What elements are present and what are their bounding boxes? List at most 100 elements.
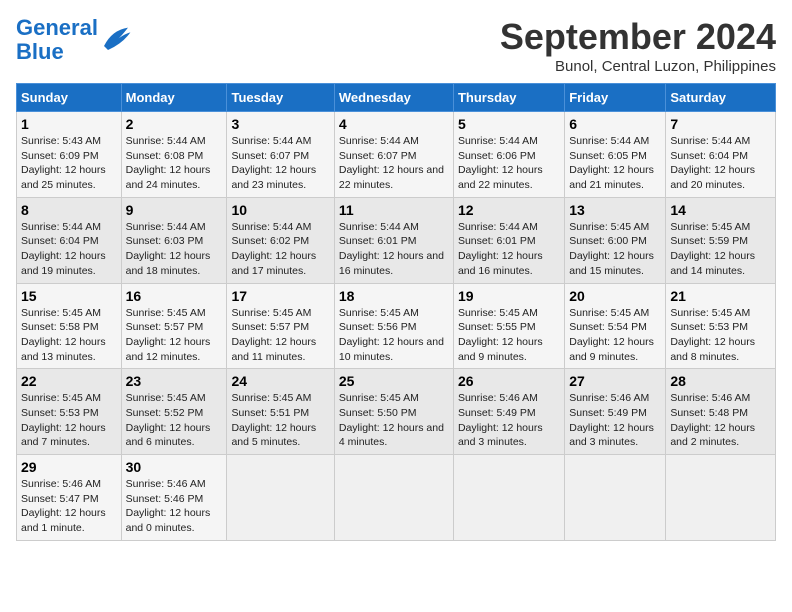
calendar-cell: 5 Sunrise: 5:44 AMSunset: 6:06 PMDayligh… (453, 112, 564, 198)
day-number: 22 (21, 373, 117, 389)
calendar-cell: 13 Sunrise: 5:45 AMSunset: 6:00 PMDaylig… (565, 197, 666, 283)
day-number: 9 (126, 202, 223, 218)
cell-info: Sunrise: 5:44 AMSunset: 6:04 PMDaylight:… (670, 135, 755, 191)
day-number: 24 (231, 373, 329, 389)
calendar-cell: 18 Sunrise: 5:45 AMSunset: 5:56 PMDaylig… (334, 283, 453, 369)
day-number: 8 (21, 202, 117, 218)
cell-info: Sunrise: 5:45 AMSunset: 5:53 PMDaylight:… (670, 307, 755, 363)
header: General Blue September 2024 Bunol, Centr… (16, 16, 776, 75)
day-number: 12 (458, 202, 560, 218)
calendar-cell: 2 Sunrise: 5:44 AMSunset: 6:08 PMDayligh… (121, 112, 227, 198)
cell-info: Sunrise: 5:44 AMSunset: 6:06 PMDaylight:… (458, 135, 543, 191)
day-number: 10 (231, 202, 329, 218)
calendar-cell (565, 455, 666, 541)
cell-info: Sunrise: 5:44 AMSunset: 6:01 PMDaylight:… (458, 221, 543, 277)
cell-info: Sunrise: 5:44 AMSunset: 6:07 PMDaylight:… (339, 135, 444, 191)
cell-info: Sunrise: 5:46 AMSunset: 5:46 PMDaylight:… (126, 478, 211, 534)
day-number: 3 (231, 116, 329, 132)
cell-info: Sunrise: 5:45 AMSunset: 5:57 PMDaylight:… (126, 307, 211, 363)
calendar-cell: 14 Sunrise: 5:45 AMSunset: 5:59 PMDaylig… (666, 197, 776, 283)
calendar-body: 1 Sunrise: 5:43 AMSunset: 6:09 PMDayligh… (17, 112, 776, 541)
day-number: 4 (339, 116, 449, 132)
cell-info: Sunrise: 5:44 AMSunset: 6:03 PMDaylight:… (126, 221, 211, 277)
calendar-week-5: 29 Sunrise: 5:46 AMSunset: 5:47 PMDaylig… (17, 455, 776, 541)
header-sunday: Sunday (17, 84, 122, 112)
day-number: 26 (458, 373, 560, 389)
cell-info: Sunrise: 5:45 AMSunset: 6:00 PMDaylight:… (569, 221, 654, 277)
logo-bird-icon (100, 26, 132, 54)
day-number: 11 (339, 202, 449, 218)
header-tuesday: Tuesday (227, 84, 334, 112)
calendar-table: Sunday Monday Tuesday Wednesday Thursday… (16, 83, 776, 541)
calendar-week-4: 22 Sunrise: 5:45 AMSunset: 5:53 PMDaylig… (17, 369, 776, 455)
calendar-header: Sunday Monday Tuesday Wednesday Thursday… (17, 84, 776, 112)
cell-info: Sunrise: 5:45 AMSunset: 5:50 PMDaylight:… (339, 392, 444, 448)
calendar-cell: 28 Sunrise: 5:46 AMSunset: 5:48 PMDaylig… (666, 369, 776, 455)
calendar-cell: 15 Sunrise: 5:45 AMSunset: 5:58 PMDaylig… (17, 283, 122, 369)
calendar-cell: 26 Sunrise: 5:46 AMSunset: 5:49 PMDaylig… (453, 369, 564, 455)
day-number: 20 (569, 288, 661, 304)
header-thursday: Thursday (453, 84, 564, 112)
header-wednesday: Wednesday (334, 84, 453, 112)
day-number: 18 (339, 288, 449, 304)
calendar-cell (666, 455, 776, 541)
day-number: 23 (126, 373, 223, 389)
calendar-cell: 22 Sunrise: 5:45 AMSunset: 5:53 PMDaylig… (17, 369, 122, 455)
day-number: 25 (339, 373, 449, 389)
cell-info: Sunrise: 5:45 AMSunset: 5:59 PMDaylight:… (670, 221, 755, 277)
calendar-cell: 19 Sunrise: 5:45 AMSunset: 5:55 PMDaylig… (453, 283, 564, 369)
cell-info: Sunrise: 5:45 AMSunset: 5:53 PMDaylight:… (21, 392, 106, 448)
cell-info: Sunrise: 5:44 AMSunset: 6:08 PMDaylight:… (126, 135, 211, 191)
cell-info: Sunrise: 5:43 AMSunset: 6:09 PMDaylight:… (21, 135, 106, 191)
cell-info: Sunrise: 5:46 AMSunset: 5:47 PMDaylight:… (21, 478, 106, 534)
cell-info: Sunrise: 5:45 AMSunset: 5:54 PMDaylight:… (569, 307, 654, 363)
calendar-cell: 7 Sunrise: 5:44 AMSunset: 6:04 PMDayligh… (666, 112, 776, 198)
day-number: 17 (231, 288, 329, 304)
calendar-cell: 23 Sunrise: 5:45 AMSunset: 5:52 PMDaylig… (121, 369, 227, 455)
calendar-cell (453, 455, 564, 541)
calendar-cell: 27 Sunrise: 5:46 AMSunset: 5:49 PMDaylig… (565, 369, 666, 455)
day-number: 19 (458, 288, 560, 304)
logo-line1: General (16, 15, 98, 40)
header-row: Sunday Monday Tuesday Wednesday Thursday… (17, 84, 776, 112)
header-monday: Monday (121, 84, 227, 112)
calendar-cell: 11 Sunrise: 5:44 AMSunset: 6:01 PMDaylig… (334, 197, 453, 283)
cell-info: Sunrise: 5:45 AMSunset: 5:55 PMDaylight:… (458, 307, 543, 363)
cell-info: Sunrise: 5:46 AMSunset: 5:48 PMDaylight:… (670, 392, 755, 448)
calendar-cell: 25 Sunrise: 5:45 AMSunset: 5:50 PMDaylig… (334, 369, 453, 455)
calendar-cell (227, 455, 334, 541)
calendar-cell: 4 Sunrise: 5:44 AMSunset: 6:07 PMDayligh… (334, 112, 453, 198)
day-number: 28 (670, 373, 771, 389)
calendar-cell: 8 Sunrise: 5:44 AMSunset: 6:04 PMDayligh… (17, 197, 122, 283)
calendar-week-2: 8 Sunrise: 5:44 AMSunset: 6:04 PMDayligh… (17, 197, 776, 283)
cell-info: Sunrise: 5:44 AMSunset: 6:02 PMDaylight:… (231, 221, 316, 277)
logo: General Blue (16, 16, 132, 64)
calendar-cell: 29 Sunrise: 5:46 AMSunset: 5:47 PMDaylig… (17, 455, 122, 541)
header-saturday: Saturday (666, 84, 776, 112)
cell-info: Sunrise: 5:44 AMSunset: 6:04 PMDaylight:… (21, 221, 106, 277)
calendar-cell: 30 Sunrise: 5:46 AMSunset: 5:46 PMDaylig… (121, 455, 227, 541)
calendar-cell: 9 Sunrise: 5:44 AMSunset: 6:03 PMDayligh… (121, 197, 227, 283)
day-number: 29 (21, 459, 117, 475)
calendar-cell: 24 Sunrise: 5:45 AMSunset: 5:51 PMDaylig… (227, 369, 334, 455)
calendar-cell: 20 Sunrise: 5:45 AMSunset: 5:54 PMDaylig… (565, 283, 666, 369)
day-number: 15 (21, 288, 117, 304)
cell-info: Sunrise: 5:44 AMSunset: 6:07 PMDaylight:… (231, 135, 316, 191)
cell-info: Sunrise: 5:45 AMSunset: 5:51 PMDaylight:… (231, 392, 316, 448)
calendar-cell: 12 Sunrise: 5:44 AMSunset: 6:01 PMDaylig… (453, 197, 564, 283)
calendar-cell: 3 Sunrise: 5:44 AMSunset: 6:07 PMDayligh… (227, 112, 334, 198)
cell-info: Sunrise: 5:45 AMSunset: 5:52 PMDaylight:… (126, 392, 211, 448)
cell-info: Sunrise: 5:46 AMSunset: 5:49 PMDaylight:… (569, 392, 654, 448)
logo-line2: Blue (16, 39, 64, 64)
cell-info: Sunrise: 5:44 AMSunset: 6:05 PMDaylight:… (569, 135, 654, 191)
main-title: September 2024 (500, 16, 776, 58)
cell-info: Sunrise: 5:45 AMSunset: 5:56 PMDaylight:… (339, 307, 444, 363)
day-number: 2 (126, 116, 223, 132)
calendar-cell: 16 Sunrise: 5:45 AMSunset: 5:57 PMDaylig… (121, 283, 227, 369)
day-number: 14 (670, 202, 771, 218)
title-area: September 2024 Bunol, Central Luzon, Phi… (500, 16, 776, 75)
header-friday: Friday (565, 84, 666, 112)
cell-info: Sunrise: 5:44 AMSunset: 6:01 PMDaylight:… (339, 221, 444, 277)
day-number: 7 (670, 116, 771, 132)
logo-text: General Blue (16, 16, 98, 64)
